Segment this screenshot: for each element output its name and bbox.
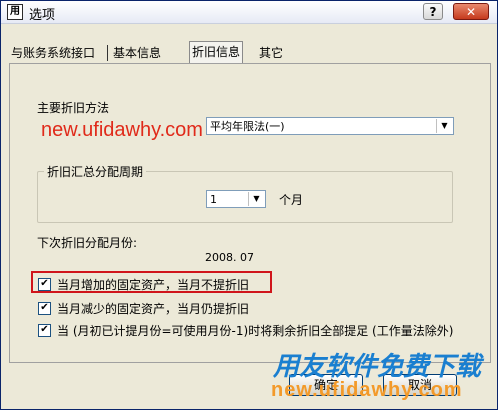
- checkbox-label: 当月增加的固定资产，当月不提折旧: [57, 278, 250, 292]
- checkbox-depreciate-reduced-assets[interactable]: ✔ 当月减少的固定资产，当月仍提折旧: [38, 300, 249, 317]
- options-dialog: 用 选项 ? ✕ 与账务系统接口 基本信息 折旧信息 其它 主要折旧方法 平均年…: [0, 0, 498, 410]
- tab-other[interactable]: 其它: [257, 43, 285, 63]
- method-select[interactable]: 平均年限法(一) ▼: [206, 117, 454, 135]
- watermark-url-bottom: new.ufidawhy.com: [271, 379, 463, 401]
- checkbox-label: 当 (月初已计提月份=可使用月份-1)时将剩余折旧全部提足 (工作量法除外): [57, 324, 454, 338]
- chevron-down-icon: ▼: [248, 192, 264, 206]
- period-unit: 个月: [279, 193, 304, 207]
- check-icon: ✔: [38, 324, 51, 337]
- watermark-brand: 用友软件免费下载: [273, 352, 482, 382]
- checkbox-full-remaining-depreciation[interactable]: ✔ 当 (月初已计提月份=可使用月份-1)时将剩余折旧全部提足 (工作量法除外): [38, 322, 453, 339]
- watermark-url-top: new.ufidawhy.com: [41, 119, 203, 141]
- method-select-value: 平均年限法(一): [210, 120, 285, 133]
- next-month-label: 下次折旧分配月份:: [37, 236, 138, 250]
- help-button[interactable]: ?: [423, 3, 443, 20]
- tab-depreciation-info[interactable]: 折旧信息: [189, 41, 244, 64]
- checkbox-no-depreciation-new-assets[interactable]: ✔ 当月增加的固定资产，当月不提折旧: [38, 276, 249, 293]
- tab-accounting-interface[interactable]: 与账务系统接口: [9, 43, 97, 63]
- check-icon: ✔: [38, 302, 51, 315]
- tab-divider: [107, 45, 108, 61]
- tab-basic-info[interactable]: 基本信息: [111, 43, 163, 63]
- title-bar: 用 选项 ? ✕: [1, 1, 497, 24]
- chevron-down-icon: ▼: [436, 119, 452, 133]
- dialog-title: 选项: [29, 8, 56, 23]
- close-button[interactable]: ✕: [453, 3, 489, 20]
- checkbox-label: 当月减少的固定资产，当月仍提折旧: [57, 302, 250, 316]
- app-icon: 用: [7, 4, 23, 20]
- check-icon: ✔: [38, 278, 51, 291]
- period-group-label: 折旧汇总分配周期: [44, 163, 147, 180]
- method-label: 主要折旧方法: [37, 101, 110, 115]
- close-icon: ✕: [465, 5, 477, 19]
- period-select-value: 1: [210, 193, 217, 206]
- period-select[interactable]: 1 ▼: [206, 190, 266, 208]
- next-month-value: 2008. 07: [205, 251, 254, 264]
